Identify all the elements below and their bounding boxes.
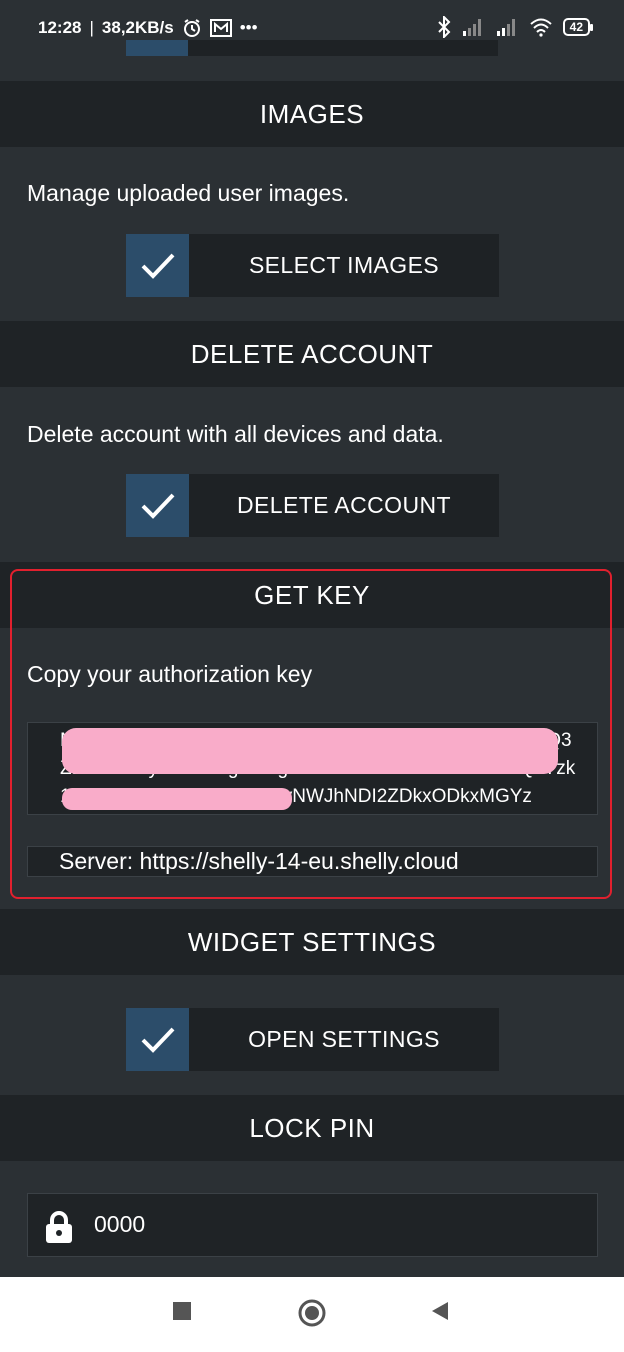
delete-account-checkbox[interactable] xyxy=(126,474,189,537)
signal-icon xyxy=(462,19,481,36)
select-images-checkbox[interactable] xyxy=(126,234,189,297)
highlight-annotation-box xyxy=(10,569,612,899)
open-settings-label: OPEN SETTINGS xyxy=(248,1026,440,1052)
widget-settings-title: WIDGET SETTINGS xyxy=(187,926,437,957)
navigation-bar xyxy=(0,1277,624,1352)
images-title: IMAGES xyxy=(259,98,365,129)
lock-pin-title: LOCK PIN xyxy=(249,1112,375,1143)
network-speed: 38,2KB/s xyxy=(101,18,174,37)
delete-account-title: DELETE ACCOUNT xyxy=(190,338,434,369)
open-settings-checkbox[interactable] xyxy=(126,1008,189,1071)
status-time: 12:28 xyxy=(38,18,82,37)
select-images-button[interactable]: SELECT IMAGES xyxy=(126,234,499,297)
delete-account-button[interactable]: DELETE ACCOUNT xyxy=(126,474,499,537)
checkmark-icon xyxy=(141,1027,174,1053)
delete-account-label: DELETE ACCOUNT xyxy=(237,492,451,518)
select-images-label: SELECT IMAGES xyxy=(248,252,440,278)
lock-pin-input[interactable]: 0000 xyxy=(27,1193,598,1257)
more-icon: ••• xyxy=(239,18,258,37)
lock-icon xyxy=(46,1211,72,1243)
wifi-icon xyxy=(529,18,552,37)
delete-account-description: Delete account with all devices and data… xyxy=(27,421,444,447)
images-description: Manage uploaded user images. xyxy=(27,180,350,206)
checkmark-icon xyxy=(141,493,174,519)
alarm-icon xyxy=(183,19,200,37)
mail-icon xyxy=(209,19,232,37)
status-right: 42 xyxy=(437,16,594,38)
recent-apps-icon[interactable] xyxy=(172,1301,192,1321)
home-icon[interactable] xyxy=(298,1299,326,1327)
checkbox[interactable] xyxy=(126,40,188,56)
checkmark-icon xyxy=(141,253,174,279)
signal-icon xyxy=(496,19,515,36)
battery-icon: 42 xyxy=(562,18,594,36)
delete-account-section-header: DELETE ACCOUNT xyxy=(0,321,624,387)
open-settings-button[interactable]: OPEN SETTINGS xyxy=(126,1008,499,1071)
lock-pin-value[interactable]: 0000 xyxy=(94,1211,145,1238)
images-section-header: IMAGES xyxy=(0,81,624,147)
widget-settings-section-header: WIDGET SETTINGS xyxy=(0,909,624,975)
previous-action-button[interactable] xyxy=(126,40,498,56)
back-icon[interactable] xyxy=(430,1301,450,1321)
status-left: 12:28 | 38,2KB/s ••• xyxy=(38,18,258,38)
status-separator: | xyxy=(89,18,94,37)
bluetooth-icon xyxy=(437,16,451,38)
lock-pin-section-header: LOCK PIN xyxy=(0,1095,624,1161)
